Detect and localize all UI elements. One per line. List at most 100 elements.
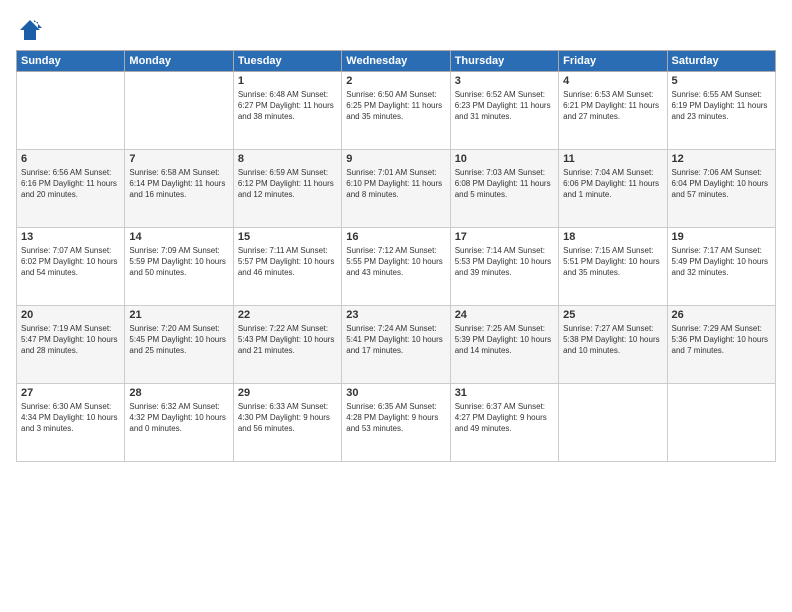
calendar-cell <box>559 384 667 462</box>
calendar-cell: 13 Sunrise: 7:07 AM Sunset: 6:02 PM Dayli… <box>17 228 125 306</box>
day-info: Sunrise: 7:15 AM Sunset: 5:51 PM Dayligh… <box>563 245 662 279</box>
calendar-cell: 24 Sunrise: 7:25 AM Sunset: 5:39 PM Dayli… <box>450 306 558 384</box>
day-number: 13 <box>21 231 120 243</box>
day-info: Sunrise: 6:53 AM Sunset: 6:21 PM Dayligh… <box>563 89 662 123</box>
day-info: Sunrise: 6:48 AM Sunset: 6:27 PM Dayligh… <box>238 89 337 123</box>
day-info: Sunrise: 7:22 AM Sunset: 5:43 PM Dayligh… <box>238 323 337 357</box>
day-info: Sunrise: 7:20 AM Sunset: 5:45 PM Dayligh… <box>129 323 228 357</box>
calendar-cell: 14 Sunrise: 7:09 AM Sunset: 5:59 PM Dayli… <box>125 228 233 306</box>
weekday-header-tuesday: Tuesday <box>233 51 341 72</box>
day-number: 4 <box>563 75 662 87</box>
day-number: 8 <box>238 153 337 165</box>
calendar-cell: 10 Sunrise: 7:03 AM Sunset: 6:08 PM Dayli… <box>450 150 558 228</box>
day-info: Sunrise: 6:50 AM Sunset: 6:25 PM Dayligh… <box>346 89 445 123</box>
day-number: 30 <box>346 387 445 399</box>
day-info: Sunrise: 7:14 AM Sunset: 5:53 PM Dayligh… <box>455 245 554 279</box>
day-info: Sunrise: 7:07 AM Sunset: 6:02 PM Dayligh… <box>21 245 120 279</box>
day-info: Sunrise: 7:04 AM Sunset: 6:06 PM Dayligh… <box>563 167 662 201</box>
calendar-cell: 22 Sunrise: 7:22 AM Sunset: 5:43 PM Dayli… <box>233 306 341 384</box>
calendar-cell: 11 Sunrise: 7:04 AM Sunset: 6:06 PM Dayli… <box>559 150 667 228</box>
calendar-cell: 8 Sunrise: 6:59 AM Sunset: 6:12 PM Daylig… <box>233 150 341 228</box>
day-number: 14 <box>129 231 228 243</box>
day-info: Sunrise: 6:55 AM Sunset: 6:19 PM Dayligh… <box>672 89 771 123</box>
day-number: 24 <box>455 309 554 321</box>
day-number: 31 <box>455 387 554 399</box>
calendar-cell: 3 Sunrise: 6:52 AM Sunset: 6:23 PM Daylig… <box>450 72 558 150</box>
calendar-cell: 25Sunrise: 7:27 AM Sunset: 5:38 PM Dayli… <box>559 306 667 384</box>
day-number: 29 <box>238 387 337 399</box>
calendar-cell: 21 Sunrise: 7:20 AM Sunset: 5:45 PM Dayli… <box>125 306 233 384</box>
day-info: Sunrise: 7:25 AM Sunset: 5:39 PM Dayligh… <box>455 323 554 357</box>
day-number: 18 <box>563 231 662 243</box>
calendar-cell: 9 Sunrise: 7:01 AM Sunset: 6:10 PM Daylig… <box>342 150 450 228</box>
day-number: 5 <box>672 75 771 87</box>
logo-icon <box>16 16 44 44</box>
day-number: 2 <box>346 75 445 87</box>
calendar-cell: 15 Sunrise: 7:11 AM Sunset: 5:57 PM Dayli… <box>233 228 341 306</box>
calendar-cell: 23 Sunrise: 7:24 AM Sunset: 5:41 PM Dayli… <box>342 306 450 384</box>
day-info: Sunrise: 6:59 AM Sunset: 6:12 PM Dayligh… <box>238 167 337 201</box>
day-number: 10 <box>455 153 554 165</box>
day-info: Sunrise: 6:35 AM Sunset: 4:28 PM Dayligh… <box>346 401 445 435</box>
day-number: 28 <box>129 387 228 399</box>
day-info: Sunrise: 7:29 AM Sunset: 5:36 PM Dayligh… <box>672 323 771 357</box>
calendar-cell: 18 Sunrise: 7:15 AM Sunset: 5:51 PM Dayli… <box>559 228 667 306</box>
calendar-cell: 28 Sunrise: 6:32 AM Sunset: 4:32 PM Dayli… <box>125 384 233 462</box>
calendar-cell: 12Sunrise: 7:06 AM Sunset: 6:04 PM Dayli… <box>667 150 775 228</box>
day-info: Sunrise: 7:17 AM Sunset: 5:49 PM Dayligh… <box>672 245 771 279</box>
day-info: Sunrise: 6:58 AM Sunset: 6:14 PM Dayligh… <box>129 167 228 201</box>
day-number: 23 <box>346 309 445 321</box>
day-info: Sunrise: 6:37 AM Sunset: 4:27 PM Dayligh… <box>455 401 554 435</box>
calendar-cell: 5 Sunrise: 6:55 AM Sunset: 6:19 PM Daylig… <box>667 72 775 150</box>
day-number: 16 <box>346 231 445 243</box>
day-number: 7 <box>129 153 228 165</box>
weekday-header-saturday: Saturday <box>667 51 775 72</box>
day-info: Sunrise: 7:19 AM Sunset: 5:47 PM Dayligh… <box>21 323 120 357</box>
day-number: 11 <box>563 153 662 165</box>
day-number: 1 <box>238 75 337 87</box>
day-info: Sunrise: 7:09 AM Sunset: 5:59 PM Dayligh… <box>129 245 228 279</box>
calendar-cell: 17 Sunrise: 7:14 AM Sunset: 5:53 PM Dayli… <box>450 228 558 306</box>
day-info: Sunrise: 6:52 AM Sunset: 6:23 PM Dayligh… <box>455 89 554 123</box>
day-number: 21 <box>129 309 228 321</box>
calendar-cell: 1 Sunrise: 6:48 AM Sunset: 6:27 PM Daylig… <box>233 72 341 150</box>
calendar-cell: 2 Sunrise: 6:50 AM Sunset: 6:25 PM Daylig… <box>342 72 450 150</box>
calendar-cell <box>667 384 775 462</box>
day-info: Sunrise: 7:12 AM Sunset: 5:55 PM Dayligh… <box>346 245 445 279</box>
day-number: 19 <box>672 231 771 243</box>
day-info: Sunrise: 7:24 AM Sunset: 5:41 PM Dayligh… <box>346 323 445 357</box>
day-number: 20 <box>21 309 120 321</box>
day-number: 6 <box>21 153 120 165</box>
calendar-cell: 30 Sunrise: 6:35 AM Sunset: 4:28 PM Dayli… <box>342 384 450 462</box>
calendar-cell <box>125 72 233 150</box>
weekday-header-monday: Monday <box>125 51 233 72</box>
day-info: Sunrise: 6:32 AM Sunset: 4:32 PM Dayligh… <box>129 401 228 435</box>
day-info: Sunrise: 7:03 AM Sunset: 6:08 PM Dayligh… <box>455 167 554 201</box>
calendar-cell: 19 Sunrise: 7:17 AM Sunset: 5:49 PM Dayli… <box>667 228 775 306</box>
day-number: 25 <box>563 309 662 321</box>
weekday-header-thursday: Thursday <box>450 51 558 72</box>
weekday-header-sunday: Sunday <box>17 51 125 72</box>
day-info: Sunrise: 6:56 AM Sunset: 6:16 PM Dayligh… <box>21 167 120 201</box>
day-number: 15 <box>238 231 337 243</box>
day-number: 9 <box>346 153 445 165</box>
calendar-cell: 31 Sunrise: 6:37 AM Sunset: 4:27 PM Dayli… <box>450 384 558 462</box>
day-number: 22 <box>238 309 337 321</box>
calendar-cell: 7 Sunrise: 6:58 AM Sunset: 6:14 PM Daylig… <box>125 150 233 228</box>
day-info: Sunrise: 7:11 AM Sunset: 5:57 PM Dayligh… <box>238 245 337 279</box>
day-number: 3 <box>455 75 554 87</box>
day-number: 17 <box>455 231 554 243</box>
calendar-table: SundayMondayTuesdayWednesdayThursdayFrid… <box>16 50 776 462</box>
calendar-cell: 26 Sunrise: 7:29 AM Sunset: 5:36 PM Dayli… <box>667 306 775 384</box>
weekday-header-friday: Friday <box>559 51 667 72</box>
weekday-header-wednesday: Wednesday <box>342 51 450 72</box>
calendar-cell <box>17 72 125 150</box>
calendar-cell: 6 Sunrise: 6:56 AM Sunset: 6:16 PM Daylig… <box>17 150 125 228</box>
calendar-cell: 29Sunrise: 6:33 AM Sunset: 4:30 PM Dayli… <box>233 384 341 462</box>
day-number: 26 <box>672 309 771 321</box>
day-info: Sunrise: 7:01 AM Sunset: 6:10 PM Dayligh… <box>346 167 445 201</box>
calendar-cell: 27Sunrise: 6:30 AM Sunset: 4:34 PM Dayli… <box>17 384 125 462</box>
day-number: 27 <box>21 387 120 399</box>
logo <box>16 16 48 44</box>
calendar-cell: 20 Sunrise: 7:19 AM Sunset: 5:47 PM Dayli… <box>17 306 125 384</box>
